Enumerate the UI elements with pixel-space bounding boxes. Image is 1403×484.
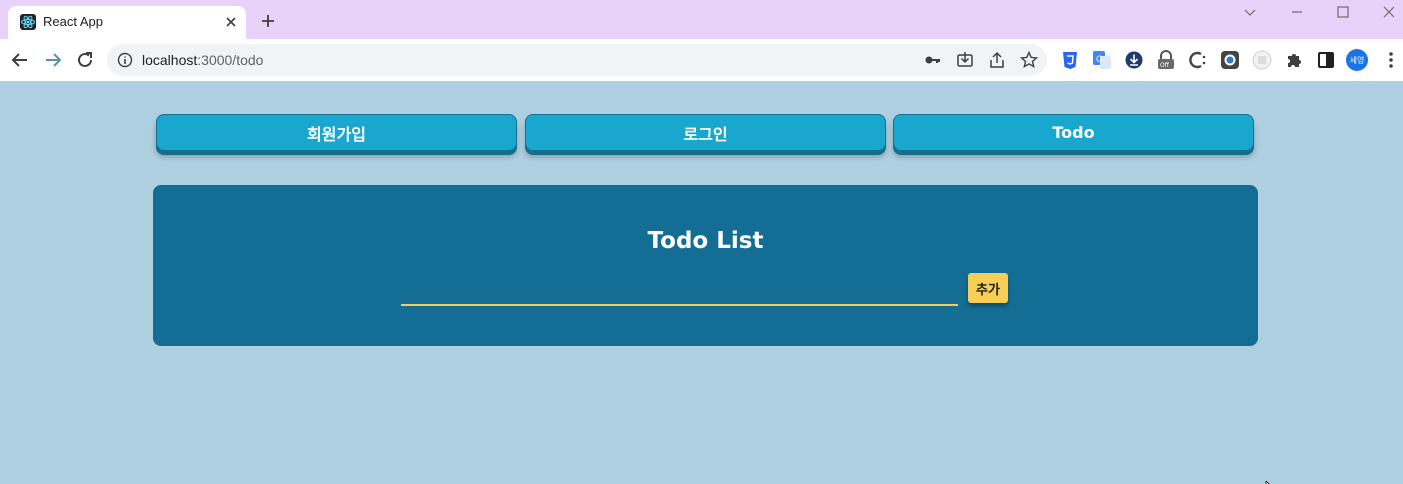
avatar-initials: 세영	[1349, 55, 1365, 65]
side-panel-icon[interactable]	[1316, 50, 1336, 70]
url-host: localhost	[142, 52, 198, 68]
tab-title: React App	[43, 14, 103, 29]
lock-extension-icon[interactable]: Off	[1156, 50, 1176, 70]
translate-extension-icon[interactable]: G	[1092, 50, 1112, 70]
todo-nav-button[interactable]: Todo	[893, 114, 1254, 151]
more-vert-icon[interactable]	[1381, 50, 1401, 70]
download-extension-icon[interactable]	[1124, 50, 1144, 70]
star-icon[interactable]	[1019, 50, 1039, 69]
blank-extension-icon[interactable]	[1252, 50, 1272, 70]
address-bar[interactable]: localhost:3000/todo	[107, 44, 1047, 76]
info-icon[interactable]	[117, 52, 133, 68]
maximize-icon[interactable]	[1335, 4, 1351, 20]
browser-tab[interactable]: React App	[8, 6, 246, 39]
app-navbar: 회원가입 로그인 Todo	[156, 114, 1255, 152]
login-nav-button[interactable]: 로그인	[525, 114, 886, 151]
url-path: :3000/todo	[197, 52, 264, 68]
puzzle-icon[interactable]	[1284, 50, 1304, 70]
add-todo-button[interactable]: 추가	[968, 273, 1008, 303]
share-icon[interactable]	[988, 51, 1006, 69]
tab-strip: React App	[0, 0, 1403, 39]
react-favicon-icon	[20, 14, 36, 30]
signup-nav-button[interactable]: 회원가입	[156, 114, 517, 151]
install-icon[interactable]	[956, 51, 974, 69]
avatar[interactable]: 세영	[1346, 49, 1368, 71]
mouse-cursor-icon	[1265, 476, 1275, 484]
svg-text:Off: Off	[1160, 62, 1170, 69]
page-title: Todo List	[647, 228, 764, 254]
chevron-down-icon[interactable]	[1242, 4, 1258, 20]
c-extension-icon[interactable]	[1188, 50, 1208, 70]
minimize-icon[interactable]	[1289, 4, 1305, 20]
window-close-icon[interactable]	[1381, 4, 1397, 20]
reload-icon[interactable]	[74, 49, 96, 71]
todo-input[interactable]	[401, 282, 958, 306]
forward-icon[interactable]	[42, 49, 64, 71]
close-icon[interactable]	[222, 13, 240, 31]
css-extension-icon[interactable]	[1060, 50, 1080, 70]
svg-text:G: G	[1096, 54, 1103, 64]
back-icon[interactable]	[9, 49, 31, 71]
key-icon[interactable]	[924, 51, 942, 69]
camera-extension-icon[interactable]	[1220, 50, 1240, 70]
todo-panel: Todo List 추가	[153, 185, 1258, 346]
url-text[interactable]: localhost:3000/todo	[142, 52, 263, 68]
plus-icon[interactable]	[258, 11, 278, 31]
browser-toolbar: localhost:3000/todo G Off 세영	[0, 39, 1403, 81]
